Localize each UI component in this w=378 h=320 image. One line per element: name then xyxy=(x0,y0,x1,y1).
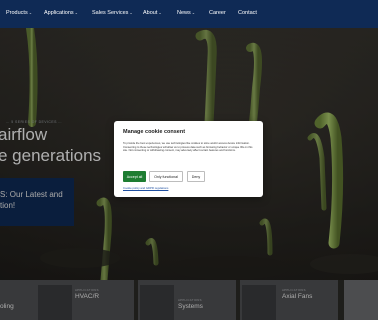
nav-item-about[interactable]: About⌄ xyxy=(143,10,162,16)
chevron-down-icon: ⌄ xyxy=(28,10,33,15)
nav-item-label: Contact xyxy=(238,10,257,16)
cookie-consent-dialog: Manage cookie consent To provide the bes… xyxy=(114,121,263,197)
nav-item-career[interactable]: Career xyxy=(209,10,226,16)
cookie-dialog-title: Manage cookie consent xyxy=(123,129,186,135)
accept-all-button[interactable]: Accept all xyxy=(123,171,146,182)
nav-item-label: Career xyxy=(209,10,226,16)
top-navigation-bar: Products⌄ Applications⌄ Sales Services⌄ … xyxy=(0,0,378,28)
nav-item-label: About xyxy=(143,10,158,16)
nav-item-label: News xyxy=(177,10,191,16)
nav-item-sales-services[interactable]: Sales Services⌄ xyxy=(92,10,133,16)
only-functional-button[interactable]: Only functional xyxy=(149,171,183,182)
nav-item-contact[interactable]: Contact xyxy=(238,10,257,16)
cookie-dialog-body: To provide the best experiences, we use … xyxy=(123,142,253,153)
chevron-down-icon: ⌄ xyxy=(74,10,79,15)
nav-item-label: Sales Services xyxy=(92,10,129,16)
nav-item-label: Applications xyxy=(44,10,74,16)
nav-item-label: Products xyxy=(6,10,28,16)
cookie-policy-link[interactable]: Cookie policy and GDPR regulations xyxy=(123,186,168,190)
deny-button[interactable]: Deny xyxy=(187,171,205,182)
chevron-down-icon: ⌄ xyxy=(129,10,133,15)
chevron-down-icon: ⌄ xyxy=(158,10,162,15)
nav-item-news[interactable]: News⌄ xyxy=(177,10,195,16)
nav-item-applications[interactable]: Applications⌄ xyxy=(44,10,78,16)
nav-item-products[interactable]: Products⌄ xyxy=(6,10,32,16)
chevron-down-icon: ⌄ xyxy=(191,10,196,15)
